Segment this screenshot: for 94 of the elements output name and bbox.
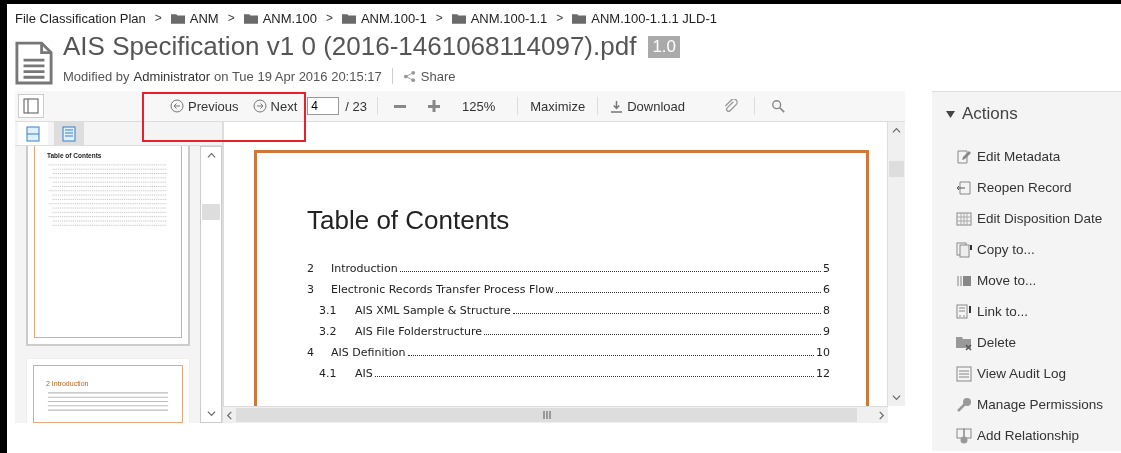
toc-page-number: 6 (823, 283, 830, 296)
breadcrumb-separator: > (435, 11, 443, 25)
folder-icon (572, 12, 587, 24)
action-link[interactable]: Manage Permissions (956, 392, 1121, 417)
sidebar-icon (23, 98, 39, 114)
search-icon (771, 99, 785, 113)
folder-icon (170, 12, 185, 24)
chevron-up-icon[interactable] (206, 151, 216, 160)
copy-document-icon (956, 241, 972, 258)
modified-date: on Tue 19 Apr 2016 20:15:17 (214, 68, 382, 84)
key-icon (956, 396, 972, 413)
scrollbar-thumb[interactable] (236, 408, 857, 422)
action-link[interactable]: Link to... (956, 299, 1121, 324)
left-arrow-circle-icon (170, 99, 184, 113)
toc-number: 4 (307, 346, 315, 359)
toc-number: 3.1 (318, 304, 338, 317)
breadcrumb-link[interactable]: ANM.100 (262, 10, 317, 26)
folder-icon (341, 12, 356, 24)
sidebar-tab[interactable] (18, 122, 48, 145)
toc-number: 3.2 (318, 325, 338, 338)
maximize-button[interactable]: Maximize (524, 94, 592, 118)
page-heading: Table of Contents (307, 205, 511, 236)
breadcrumb-link[interactable]: ANM.100-1 (360, 10, 427, 26)
toc-title[interactable]: AIS (343, 367, 373, 380)
linked-documents-icon (956, 427, 972, 444)
right-arrow-circle-icon (252, 99, 267, 113)
user-link[interactable]: Administrator (133, 68, 211, 84)
document-icon (15, 41, 53, 85)
page-total: / 23 (344, 98, 368, 114)
scrollbar-thumb[interactable] (889, 161, 904, 177)
folder-icon (243, 12, 258, 24)
sidebar-toggle-button[interactable] (18, 94, 44, 118)
plus-icon (428, 100, 440, 112)
toc-page-number: 9 (823, 325, 830, 338)
pencil-document-icon (956, 148, 972, 165)
toc-number: 4.1 (318, 367, 338, 380)
breadcrumb-separator: > (325, 11, 333, 25)
calendar-icon (956, 210, 972, 227)
toc-title[interactable]: Electronic Records Transfer Process Flow (331, 283, 554, 296)
action-link[interactable]: Edit Metadata (956, 144, 1121, 169)
horizontal-scrollbar[interactable] (223, 406, 888, 423)
toc-title[interactable]: AIS XML Sample & Structure (343, 304, 511, 317)
chevron-left-icon[interactable] (225, 410, 234, 420)
toc-page-number: 12 (816, 367, 830, 380)
action-link[interactable]: View Audit Log (956, 361, 1121, 386)
breadcrumb-link[interactable]: ANM.100-1.1 (470, 10, 548, 26)
chevron-right-icon[interactable] (877, 410, 886, 420)
scrollbar-thumb[interactable] (202, 204, 220, 220)
share-icon (402, 69, 416, 83)
actions-header[interactable]: Actions (946, 104, 1121, 124)
action-link[interactable]: Add Relationship (956, 423, 1121, 448)
chevron-down-icon[interactable] (206, 409, 216, 418)
vertical-scrollbar[interactable] (200, 146, 222, 423)
action-link[interactable]: Delete (956, 330, 1121, 355)
chevron-up-icon[interactable] (892, 126, 901, 135)
toc-page-number: 8 (823, 304, 830, 317)
chevron-down-icon[interactable] (892, 393, 901, 402)
next-button[interactable]: Next (246, 94, 304, 118)
breadcrumb-link[interactable]: ANM (189, 10, 219, 26)
toc-page-number: 10 (816, 346, 830, 359)
share-button[interactable]: Share (402, 68, 456, 84)
download-icon (610, 99, 624, 113)
toc-title[interactable]: AIS Definition (331, 346, 406, 359)
folder-cross-icon (956, 334, 972, 351)
breadcrumb-link[interactable]: File Classification Plan (15, 10, 146, 26)
outline-list-icon (61, 125, 77, 142)
modified-label: Modified by (63, 68, 130, 84)
folder-icon (451, 12, 466, 24)
breadcrumb-link[interactable]: ANM.100-1.1.1 JLD-1 (591, 10, 718, 26)
toc-title[interactable]: Introduction (331, 262, 398, 275)
list-document-icon (956, 365, 972, 382)
breadcrumb-separator: > (154, 11, 162, 25)
sidebar-tab[interactable] (54, 122, 84, 145)
previous-button[interactable]: Previous (164, 94, 245, 118)
page-thumbnails-icon (25, 125, 41, 142)
action-link[interactable]: Edit Disposition Date (956, 206, 1121, 231)
toc-title[interactable]: AIS File Folderstructure (343, 325, 483, 338)
document-title: AIS Specification v1 0 (2016-1461068114097).pdf (63, 31, 637, 62)
breadcrumb-separator: > (227, 11, 235, 25)
zoom-level: 125% (461, 98, 497, 114)
version-badge: 1.0 (648, 35, 680, 58)
vertical-scrollbar[interactable] (887, 122, 905, 406)
link-document-icon (956, 303, 972, 320)
toc-number: 3 (307, 283, 315, 296)
action-link[interactable]: Copy to... (956, 237, 1121, 262)
page-number-field[interactable]: 4 (307, 97, 340, 115)
toc-page-number: 5 (823, 262, 830, 275)
download-button[interactable]: Download (604, 94, 691, 118)
grip-icon (542, 411, 551, 419)
toc-number: 2 (307, 262, 315, 275)
paperclip-icon (723, 98, 738, 114)
breadcrumb-separator: > (556, 11, 564, 25)
action-link[interactable]: Move to... (956, 268, 1121, 293)
action-link[interactable]: Reopen Record (956, 175, 1121, 200)
